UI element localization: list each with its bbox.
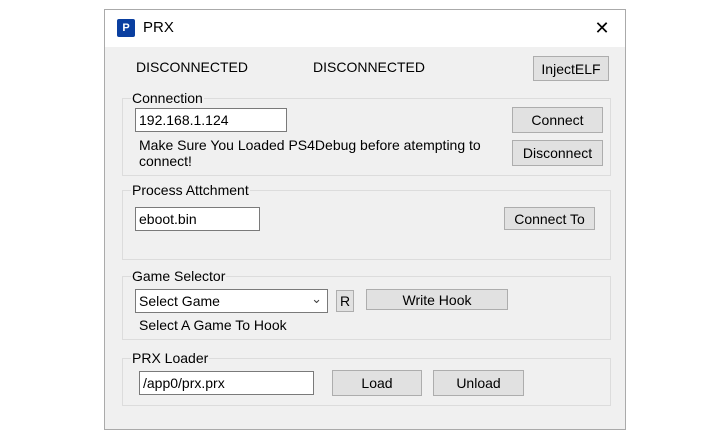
- title-bar[interactable]: P PRX ✕: [105, 10, 625, 47]
- game-select-value: Select Game: [139, 293, 220, 309]
- prx-window: P PRX ✕ DISCONNECTED DISCONNECTED Inject…: [104, 9, 626, 430]
- game-selector-hint: Select A Game To Hook: [139, 317, 287, 333]
- unload-button[interactable]: Unload: [433, 370, 524, 396]
- process-legend: Process Attchment: [132, 182, 249, 198]
- status-right: DISCONNECTED: [313, 59, 426, 75]
- connection-legend: Connection: [132, 90, 203, 106]
- window-title: PRX: [143, 19, 174, 36]
- connect-button[interactable]: Connect: [512, 107, 603, 133]
- disconnect-button[interactable]: Disconnect: [512, 140, 603, 166]
- connect-to-button[interactable]: Connect To: [504, 207, 595, 230]
- game-selector-legend: Game Selector: [132, 268, 226, 284]
- prx-path-input[interactable]: [139, 371, 314, 395]
- connection-hint: Make Sure You Loaded PS4Debug before ate…: [139, 137, 481, 169]
- refresh-button[interactable]: R: [336, 290, 354, 312]
- prx-loader-legend: PRX Loader: [132, 350, 209, 366]
- write-hook-button[interactable]: Write Hook: [366, 289, 508, 310]
- load-button[interactable]: Load: [332, 370, 422, 396]
- process-name-input[interactable]: [135, 207, 260, 231]
- inject-elf-button[interactable]: InjectELF: [533, 56, 609, 81]
- game-select-dropdown[interactable]: Select Game ⌄: [135, 289, 328, 313]
- playstation-logo-icon: P: [117, 19, 135, 37]
- ip-address-input[interactable]: [135, 108, 287, 132]
- status-left: DISCONNECTED: [136, 59, 249, 75]
- chevron-down-icon: ⌄: [311, 291, 322, 306]
- close-icon[interactable]: ✕: [579, 10, 625, 47]
